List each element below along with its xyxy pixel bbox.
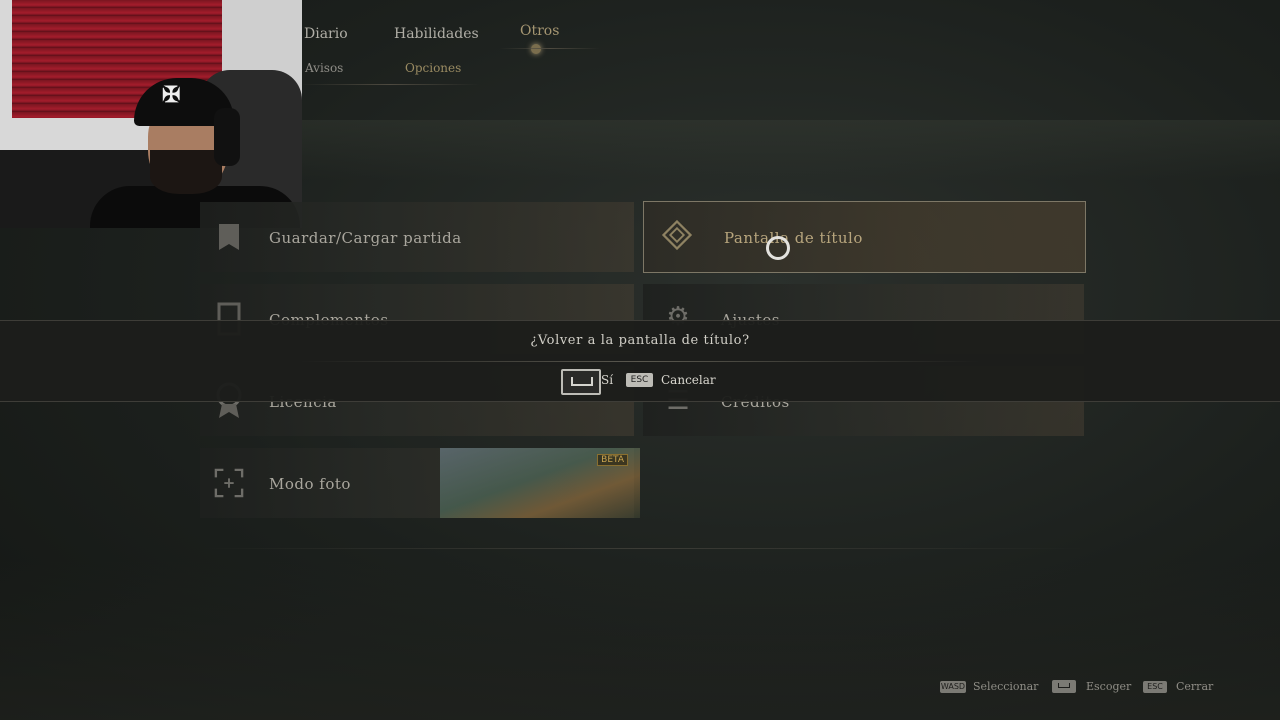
confirm-button[interactable] bbox=[561, 369, 601, 395]
active-tab-indicator bbox=[531, 44, 541, 54]
subtab-opciones[interactable]: Opciones bbox=[405, 61, 461, 75]
headphones bbox=[214, 108, 240, 166]
camera-frame-icon bbox=[214, 466, 244, 500]
subtab-underline bbox=[300, 84, 480, 85]
beta-badge: BETA bbox=[597, 454, 628, 466]
tab-habilidades[interactable]: Habilidades bbox=[394, 26, 479, 42]
cap-logo: ✠ bbox=[162, 82, 181, 108]
space-key-icon bbox=[1052, 680, 1076, 693]
menu-item-modo-foto[interactable]: Modo foto BETA bbox=[200, 448, 640, 518]
tab-divider bbox=[500, 48, 600, 49]
background-ground bbox=[0, 560, 1280, 720]
title-screen-icon bbox=[662, 218, 692, 252]
menu-item-guardar-cargar[interactable]: Guardar/Cargar partida bbox=[200, 202, 634, 272]
menu-bottom-divider bbox=[200, 548, 1086, 549]
hint-choose[interactable]: Escoger bbox=[1086, 680, 1131, 693]
confirm-dialog: ¿Volver a la pantalla de título? bbox=[0, 320, 1280, 402]
hint-select[interactable]: Seleccionar bbox=[973, 680, 1038, 693]
confirm-label[interactable]: Sí bbox=[601, 373, 613, 387]
webcam-overlay: ✠ bbox=[0, 0, 302, 228]
dialog-title: ¿Volver a la pantalla de título? bbox=[530, 333, 750, 348]
dialog-divider bbox=[300, 361, 980, 362]
spacebar-icon bbox=[571, 377, 593, 386]
streamer-beard bbox=[150, 150, 222, 194]
subtab-avisos[interactable]: Avisos bbox=[305, 61, 343, 75]
menu-item-label: Pantalla de título bbox=[724, 229, 863, 247]
cancel-button[interactable]: Cancelar bbox=[661, 373, 716, 387]
mouse-cursor-icon bbox=[766, 236, 790, 260]
wasd-key-icon: WASD bbox=[940, 681, 966, 693]
esc-hint-key-icon: ESC bbox=[1143, 681, 1167, 693]
menu-item-label: Guardar/Cargar partida bbox=[269, 229, 462, 247]
tab-diario[interactable]: Diario bbox=[304, 26, 348, 42]
tab-otros[interactable]: Otros bbox=[520, 23, 559, 39]
hint-close[interactable]: Cerrar bbox=[1176, 680, 1213, 693]
save-icon bbox=[214, 220, 244, 254]
menu-item-label: Modo foto bbox=[269, 475, 351, 493]
menu-item-pantalla-titulo[interactable]: Pantalla de título bbox=[643, 201, 1086, 273]
esc-key-icon[interactable]: ESC bbox=[626, 373, 653, 387]
